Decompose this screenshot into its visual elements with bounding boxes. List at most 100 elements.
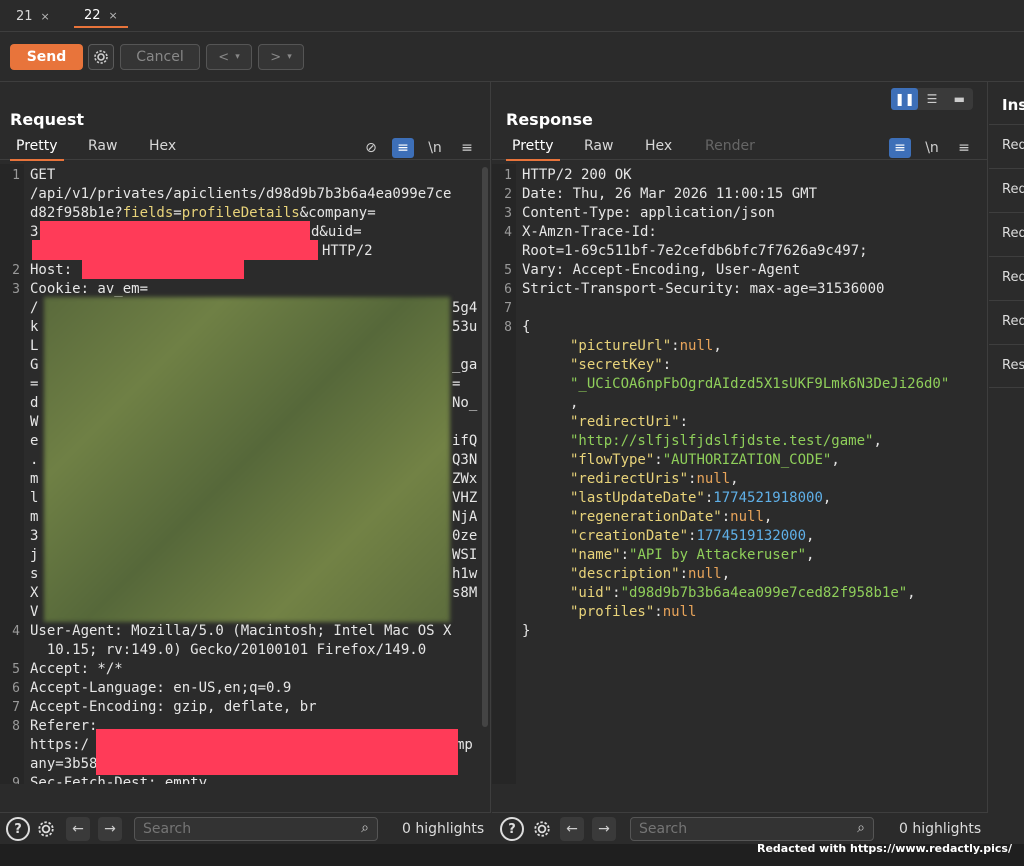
tab-pretty[interactable]: Pretty <box>10 138 64 161</box>
search-icon[interactable]: ⌕ <box>361 820 369 836</box>
json-punctuation: , <box>822 490 832 506</box>
json-punctuation: , <box>831 452 840 468</box>
menu-icon[interactable]: ≡ <box>953 138 975 158</box>
hide-icon[interactable]: ⊘ <box>360 138 382 158</box>
wrap-lines-icon[interactable]: ≡ <box>392 138 414 158</box>
settings-gear-icon[interactable] <box>34 817 58 841</box>
cookie-fragment: V <box>30 604 39 620</box>
http-version: HTTP/2 <box>322 243 373 259</box>
request-header-accept: Accept: */* <box>30 661 123 677</box>
json-value: null <box>662 604 697 620</box>
inspector-item[interactable]: Req <box>989 212 1024 256</box>
search-input[interactable] <box>639 821 839 837</box>
response-header-line: Content-Type: application/json <box>522 205 775 221</box>
cookie-fragment: j <box>30 547 39 563</box>
scrollbar[interactable] <box>482 167 488 727</box>
wrap-lines-icon[interactable]: ≡ <box>889 138 911 158</box>
help-icon[interactable]: ? <box>6 817 30 841</box>
request-view-tabs: Pretty Raw Hex ⊘ ≡ \n ≡ <box>0 134 490 161</box>
tab-hex[interactable]: Hex <box>639 138 678 159</box>
request-header-user-agent: User-Agent: Mozilla/5.0 (Macintosh; Inte… <box>30 623 452 639</box>
json-entry: "http://slfjslfjdslfjdste.test/game", <box>570 432 882 451</box>
newline-icon[interactable]: \n <box>424 138 446 158</box>
request-line: https:/ <box>30 737 90 753</box>
cookie-fragment: / <box>30 300 39 316</box>
response-header-line: Strict-Transport-Security: max-age=31536… <box>522 281 885 297</box>
json-entry: "pictureUrl":null, <box>570 337 722 356</box>
response-editor[interactable]: 1 HTTP/2 200 OK 2 Date: Thu, 26 Mar 2026 11… <box>492 164 987 784</box>
tab-22[interactable]: 22 × <box>74 4 128 28</box>
request-editor[interactable]: 1 GET /api/v1/privates/apiclients/d98d9b… <box>0 164 490 784</box>
cookie-fragment: 5g4 <box>452 300 478 316</box>
cancel-button[interactable]: Cancel <box>120 44 200 70</box>
inspector-item[interactable]: Req <box>989 256 1024 300</box>
json-colon: : <box>679 566 689 582</box>
response-header-line: Vary: Accept-Encoding, User-Agent <box>522 262 801 278</box>
inspector-item[interactable]: Req <box>989 124 1024 168</box>
json-key: "pictureUrl" <box>570 338 672 354</box>
close-icon[interactable]: × <box>109 9 118 22</box>
search-input[interactable] <box>143 821 343 837</box>
json-key: "secretKey" <box>570 357 663 373</box>
search-field[interactable]: ⌕ <box>630 817 874 841</box>
search-icon[interactable]: ⌕ <box>857 820 865 836</box>
json-entry: , <box>570 394 578 413</box>
json-entry: "secretKey": <box>570 356 671 375</box>
tab-render[interactable]: Render <box>699 138 761 159</box>
line-number: 3 <box>504 206 512 221</box>
cookie-fragment: WSI <box>452 547 478 563</box>
json-key: "description" <box>570 566 680 582</box>
tab-21[interactable]: 21 × <box>6 4 60 28</box>
json-value: 1774519132000 <box>696 528 807 544</box>
tab-label: 21 <box>16 8 33 24</box>
cookie-fragment: VHZ <box>452 490 478 506</box>
help-icon[interactable]: ? <box>500 817 524 841</box>
query-param-value: profileDetails <box>181 205 300 221</box>
query-param-name: company <box>308 205 368 221</box>
json-punctuation: , <box>713 338 722 354</box>
cookie-fragment: X <box>30 585 39 601</box>
settings-gear-icon[interactable] <box>530 817 554 841</box>
json-entry: "name":"API by Attackeruser", <box>570 546 814 565</box>
previous-button[interactable]: < ▾ <box>206 44 252 70</box>
response-title: Response <box>506 110 593 129</box>
newline-icon[interactable]: \n <box>921 138 943 158</box>
chevron-down-icon: ▾ <box>235 52 240 62</box>
inspector-item[interactable]: Req <box>989 168 1024 212</box>
send-button[interactable]: Send <box>10 44 83 70</box>
json-closing-brace: } <box>522 623 531 639</box>
json-colon: : <box>620 547 630 563</box>
menu-icon[interactable]: ≡ <box>456 138 478 158</box>
line-number: 8 <box>12 719 20 734</box>
arrow-left-icon[interactable]: ← <box>560 817 584 841</box>
request-header-accept-encoding: Accept-Encoding: gzip, deflate, br <box>30 699 317 715</box>
request-header-host: Host: <box>30 262 73 278</box>
request-line: GET <box>30 167 56 183</box>
cookie-fragment: ZWx <box>452 471 478 487</box>
search-field[interactable]: ⌕ <box>134 817 378 841</box>
inspector-item[interactable]: Res <box>989 344 1024 388</box>
request-footer: ? ← → ⌕ 0 highlights <box>0 812 491 844</box>
json-key: "redirectUris" <box>570 471 689 487</box>
tab-raw[interactable]: Raw <box>578 138 619 159</box>
arrow-right-icon[interactable]: → <box>98 817 122 841</box>
tab-raw[interactable]: Raw <box>82 138 123 159</box>
tab-hex[interactable]: Hex <box>143 138 182 159</box>
gear-icon[interactable] <box>88 44 114 70</box>
tab-pretty[interactable]: Pretty <box>506 138 560 161</box>
arrow-left-icon[interactable]: ← <box>66 817 90 841</box>
single-pane-icon[interactable]: ▬ <box>946 88 973 110</box>
cookie-fragment: L <box>30 338 39 354</box>
cookie-fragment: _ga <box>452 357 478 373</box>
split-rows-icon[interactable]: ☰ <box>918 88 945 110</box>
json-punctuation: , <box>763 509 773 525</box>
next-button[interactable]: > ▾ <box>258 44 304 70</box>
inspector-item[interactable]: Req <box>989 300 1024 344</box>
redaction-box <box>82 259 244 279</box>
split-columns-icon[interactable]: ❚❚ <box>891 88 919 110</box>
cookie-fragment: 53u <box>452 319 478 335</box>
cookie-fragment: = <box>30 376 39 392</box>
arrow-right-icon[interactable]: → <box>592 817 616 841</box>
close-icon[interactable]: × <box>41 10 50 23</box>
cookie-fragment: k <box>30 319 39 335</box>
